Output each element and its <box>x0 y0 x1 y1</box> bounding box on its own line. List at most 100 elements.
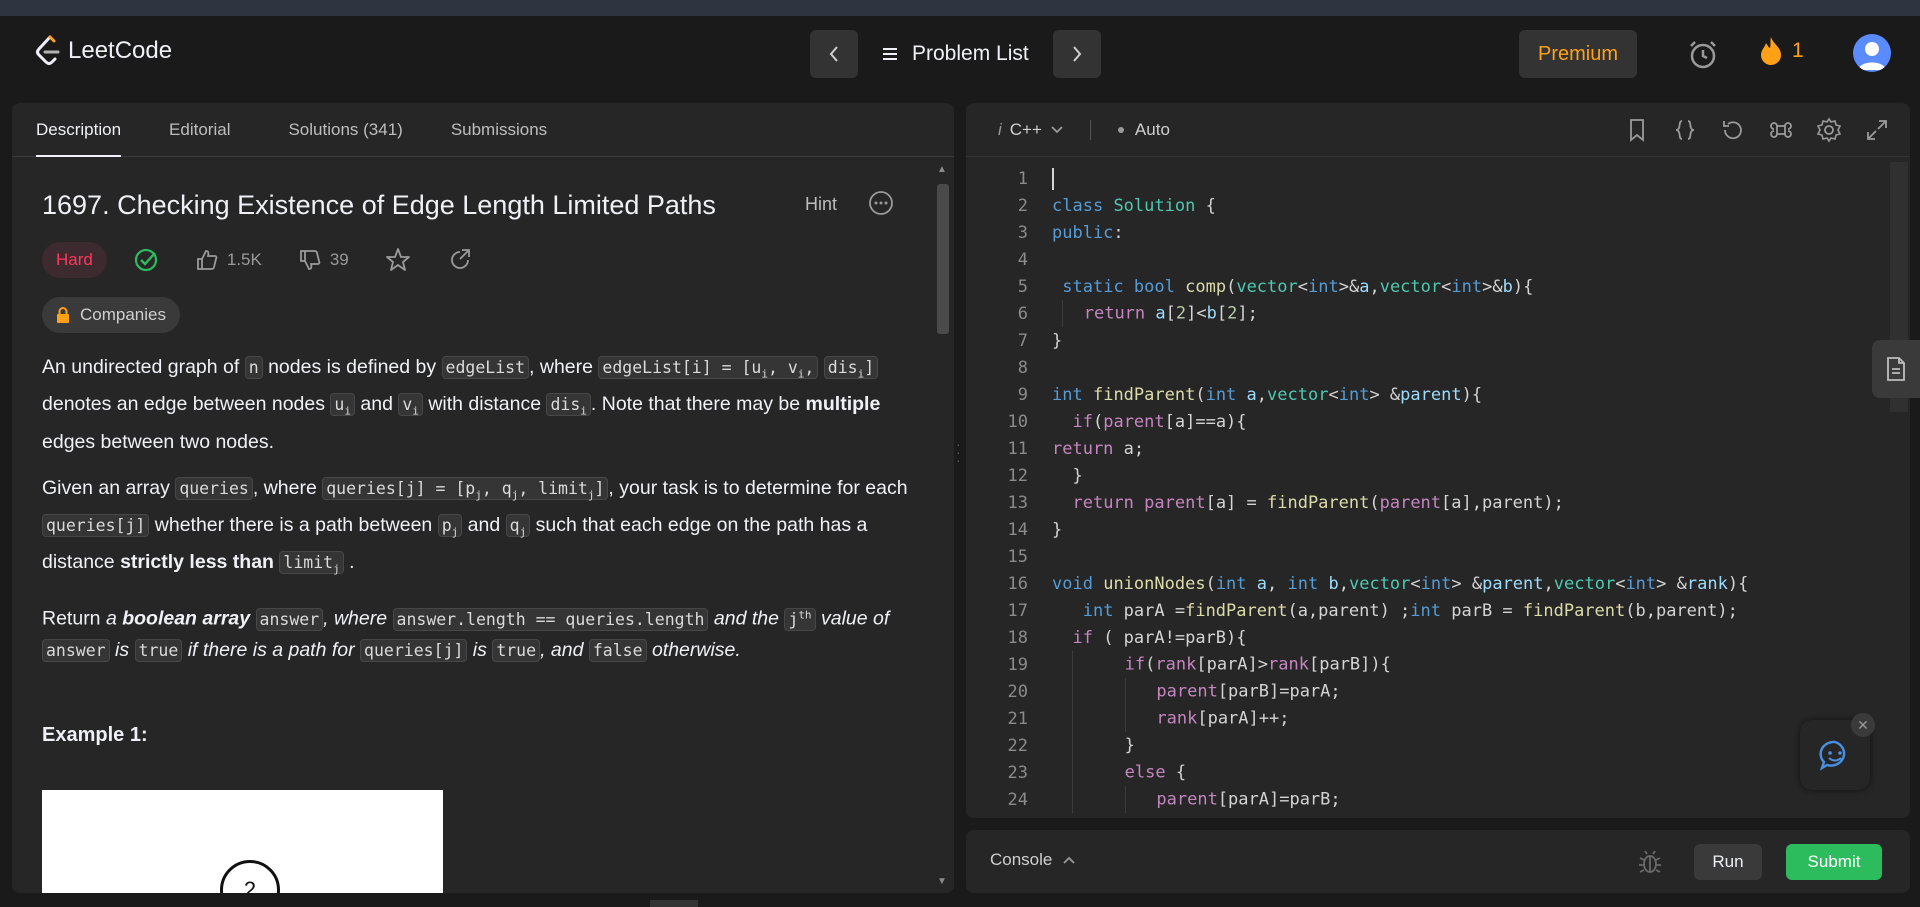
tab-editorial[interactable]: Editorial <box>169 103 230 157</box>
code-line: 9 int findParent(int a,vector<int> &paren… <box>966 381 1886 408</box>
panel-resize-handle[interactable]: · · · <box>956 437 961 467</box>
bookmark-icon[interactable] <box>1624 117 1650 143</box>
share-icon <box>450 249 470 269</box>
dislike-count: 39 <box>329 250 349 269</box>
document-icon <box>1887 357 1905 381</box>
difficulty-badge: Hard <box>42 242 107 278</box>
code-line: 22 } <box>966 732 1886 759</box>
language-label: C++ <box>1009 119 1042 139</box>
editor-toolbar: i C++ Auto <box>966 103 1910 157</box>
tab-submissions[interactable]: Submissions <box>451 103 571 157</box>
reset-icon[interactable] <box>1720 117 1746 143</box>
description-scrollbar[interactable]: ▲ ▼ <box>932 158 954 893</box>
line-number: 20 <box>1007 681 1028 702</box>
window-top-strip <box>0 0 1920 16</box>
dislike-button[interactable]: 39 <box>298 248 349 272</box>
share-button[interactable] <box>447 247 473 273</box>
code-line: 16 void unionNodes(int a, int b,vector<in… <box>966 570 1886 597</box>
bottom-edge-marker <box>650 900 698 907</box>
example-graph-node: 2 <box>220 860 280 893</box>
companies-tag[interactable]: Companies <box>42 297 180 333</box>
code-line: 11 return a; <box>966 435 1886 462</box>
shortcuts-command-icon[interactable] <box>1768 117 1794 143</box>
premium-button[interactable]: Premium <box>1519 30 1637 78</box>
line-number: 24 <box>1007 789 1028 810</box>
prev-problem-button[interactable] <box>810 30 858 78</box>
code-line: 8 <box>966 354 1886 381</box>
code-line: 24 parent[parA]=parB; <box>966 786 1886 813</box>
console-label: Console <box>990 850 1053 869</box>
problem-meta-row: Hard 1.5K 39 <box>42 242 509 278</box>
line-number: 18 <box>1007 627 1028 648</box>
like-button[interactable]: 1.5K <box>195 248 262 272</box>
line-number: 9 <box>1017 384 1028 405</box>
line-number: 21 <box>1007 708 1028 729</box>
code-line: 19 if(rank[parA]>rank[parB]){ <box>966 651 1886 678</box>
line-number: 12 <box>1007 465 1028 486</box>
code-line: 15 <box>966 543 1886 570</box>
line-number: 2 <box>1017 195 1028 216</box>
auto-mode-label: Auto <box>1134 119 1170 139</box>
debug-bug-icon[interactable] <box>1636 848 1664 876</box>
scroll-up-arrow[interactable]: ▲ <box>937 164 947 175</box>
auto-mode-toggle[interactable]: Auto <box>1117 120 1170 140</box>
problem-description: An undirected graph of n nodes is define… <box>42 352 918 681</box>
code-line: 1 <box>966 165 1886 192</box>
description-paragraph-3: Return a boolean array answer, where ans… <box>42 607 890 662</box>
example-image: 2 <box>42 790 443 893</box>
problem-title: 1697. Checking Existence of Edge Length … <box>42 190 716 220</box>
code-line: 20 parent[parB]=parA; <box>966 678 1886 705</box>
problem-list-button[interactable]: Problem List <box>858 42 1053 66</box>
problem-list-label: Problem List <box>912 42 1029 65</box>
tab-description[interactable]: Description <box>36 103 122 157</box>
leetcode-logo[interactable]: LeetCode <box>34 34 172 68</box>
scroll-down-arrow[interactable]: ▼ <box>937 876 947 887</box>
streak-counter[interactable]: 1 <box>1760 36 1804 66</box>
settings-gear-icon[interactable] <box>1816 117 1842 143</box>
run-button[interactable]: Run <box>1694 844 1762 880</box>
next-problem-button[interactable] <box>1052 30 1101 78</box>
leetcode-logo-icon <box>36 35 60 65</box>
code-line: 17 int parA =findParent(a,parent) ;int p… <box>966 597 1886 624</box>
favorite-button[interactable] <box>385 247 411 273</box>
code-line: 14} <box>966 516 1886 543</box>
editor-scrollbar[interactable] <box>1888 158 1910 818</box>
description-panel: Description Editorial Solutions (341) Su… <box>12 103 954 893</box>
description-content: 1697. Checking Existence of Edge Length … <box>12 158 930 893</box>
line-number: 8 <box>1017 357 1028 378</box>
scrollbar-thumb[interactable] <box>937 184 949 334</box>
description-paragraph-2: Given an array queries, where queries[j]… <box>42 476 908 576</box>
code-line: 7} <box>966 327 1886 354</box>
line-number: 19 <box>1007 654 1028 675</box>
thumbs-down-icon <box>299 250 321 270</box>
language-selector[interactable]: i C++ <box>998 120 1064 140</box>
lock-icon <box>57 307 69 323</box>
description-paragraph-1: An undirected graph of n nodes is define… <box>42 356 881 453</box>
companies-label: Companies <box>80 305 166 324</box>
line-number: 22 <box>1007 735 1028 756</box>
fire-icon <box>1761 37 1781 65</box>
line-number: 1 <box>1017 168 1028 189</box>
console-toggle[interactable]: Console <box>990 850 1076 870</box>
line-number: 7 <box>1017 330 1028 351</box>
code-editor[interactable]: 1 2 class Solution { 3 public: 4 5 static … <box>966 165 1886 818</box>
alarm-clock-icon[interactable] <box>1686 38 1720 72</box>
hint-button[interactable]: Hint <box>805 194 837 215</box>
description-tabs: Description Editorial Solutions (341) Su… <box>12 103 954 157</box>
list-icon <box>883 48 897 60</box>
code-line: 5 static bool comp(vector<int>&a,vector<… <box>966 273 1886 300</box>
format-braces-icon[interactable] <box>1672 117 1698 143</box>
code-line: 2 class Solution { <box>966 192 1886 219</box>
submit-button[interactable]: Submit <box>1786 844 1882 880</box>
solved-status <box>133 247 159 273</box>
line-number: 4 <box>1017 249 1028 270</box>
more-options-icon[interactable] <box>868 190 894 216</box>
notes-side-button[interactable] <box>1872 340 1920 398</box>
text-cursor <box>1052 167 1054 190</box>
example-heading: Example 1: <box>42 724 148 746</box>
code-line: 12 } <box>966 462 1886 489</box>
tab-solutions[interactable]: Solutions (341) <box>288 103 402 157</box>
user-avatar[interactable] <box>1853 34 1891 72</box>
fullscreen-icon[interactable] <box>1864 117 1890 143</box>
close-chat-icon[interactable]: ✕ <box>1851 713 1875 737</box>
